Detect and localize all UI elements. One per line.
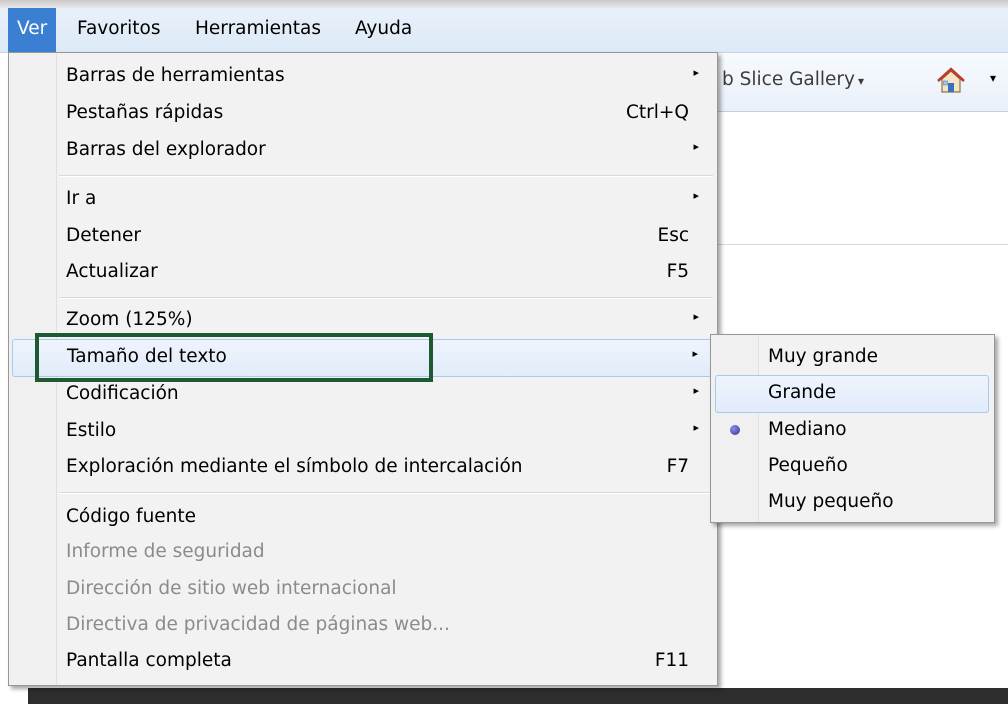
menu-separator (59, 297, 713, 299)
menu-item-actualizar[interactable]: Actualizar F5 (11, 255, 713, 291)
chevron-down-icon: ▾ (857, 74, 864, 88)
submenu-item-label: Grande (768, 382, 837, 403)
menu-item-label: Zoom (125%) (66, 309, 193, 330)
menu-herramientas[interactable]: Herramientas (186, 8, 330, 52)
submenu-item-muy-grande[interactable]: Muy grande (713, 340, 991, 376)
menu-item-label: Pantalla completa (66, 650, 232, 671)
menu-item-exploracion-intercalacion[interactable]: Exploración mediante el símbolo de inter… (11, 450, 713, 486)
menu-favoritos[interactable]: Favoritos (68, 8, 170, 52)
menu-item-informe-seguridad: Informe de seguridad (11, 535, 713, 571)
menu-item-directiva-privacidad: Directiva de privacidad de páginas web..… (11, 608, 713, 644)
menu-item-label: Dirección de sitio web internacional (66, 578, 397, 599)
submenu-item-grande[interactable]: Grande (715, 375, 989, 413)
taskbar-edge (28, 688, 1008, 704)
menu-item-label: Estilo (66, 420, 117, 441)
menu-item-label: Ir a (66, 188, 97, 209)
submenu-item-label: Mediano (768, 419, 847, 440)
menu-bar: Ver Favoritos Herramientas Ayuda (0, 8, 1008, 53)
menu-item-pestanas-rapidas[interactable]: Pestañas rápidas Ctrl+Q (11, 96, 713, 132)
menu-ayuda[interactable]: Ayuda (346, 8, 421, 52)
menu-item-label: Actualizar (66, 261, 158, 282)
menu-item-label: Barras del explorador (66, 139, 266, 160)
menu-item-shortcut: Esc (657, 225, 690, 246)
menu-item-estilo[interactable]: Estilo ▸ (11, 414, 713, 450)
menu-item-shortcut: F5 (666, 261, 689, 282)
home-icon[interactable] (936, 65, 966, 95)
menu-item-label: Exploración mediante el símbolo de inter… (66, 456, 523, 477)
submenu-item-label: Muy grande (768, 346, 879, 367)
menu-item-detener[interactable]: Detener Esc (11, 219, 713, 255)
menu-item-barras-herramientas[interactable]: Barras de herramientas ▸ (11, 59, 713, 95)
home-dropdown-icon[interactable]: ▾ (990, 71, 996, 85)
menu-item-pantalla-completa[interactable]: Pantalla completa F11 (11, 644, 713, 680)
submenu-arrow-icon: ▸ (693, 421, 699, 434)
radio-selected-icon (730, 425, 740, 435)
submenu-arrow-icon: ▸ (693, 384, 699, 397)
menu-item-direccion-internacional: Dirección de sitio web internacional (11, 572, 713, 608)
submenu-arrow-icon: ▸ (693, 310, 699, 323)
menu-item-label: Informe de seguridad (66, 541, 265, 562)
submenu-arrow-icon: ▸ (693, 140, 699, 153)
menu-item-label: Código fuente (66, 506, 197, 527)
submenu-item-label: Pequeño (768, 455, 848, 476)
menu-item-codigo-fuente[interactable]: Código fuente (11, 500, 713, 536)
menu-item-label: Pestañas rápidas (66, 102, 224, 123)
menu-item-label: Detener (66, 225, 141, 246)
submenu-arrow-icon: ▸ (692, 347, 698, 360)
menu-item-ir-a[interactable]: Ir a ▸ (11, 182, 713, 218)
menu-item-label: Directiva de privacidad de páginas web..… (66, 614, 450, 635)
web-slice-gallery-button[interactable]: b Slice Gallery ▾ (722, 69, 864, 90)
menu-ver[interactable]: Ver (8, 8, 57, 52)
web-slice-gallery-label: b Slice Gallery (722, 69, 855, 90)
menu-item-shortcut: Ctrl+Q (626, 102, 689, 123)
menu-separator (59, 175, 713, 177)
submenu-item-mediano[interactable]: Mediano (713, 413, 991, 449)
menu-separator (59, 492, 713, 494)
menu-item-barras-explorador[interactable]: Barras del explorador ▸ (11, 133, 713, 169)
submenu-item-label: Muy pequeño (768, 491, 894, 512)
menu-item-label: Codificación (66, 383, 179, 404)
command-bar: b Slice Gallery ▾ ▾ (700, 53, 1008, 112)
submenu-item-pequeno[interactable]: Pequeño (713, 449, 991, 485)
text-size-submenu: Muy grande Grande Mediano Pequeño Muy pe… (710, 334, 995, 523)
submenu-item-muy-pequeno[interactable]: Muy pequeño (713, 485, 991, 521)
content-divider (718, 244, 1008, 245)
window-top-edge (0, 0, 1008, 8)
annotation-highlight-box (35, 333, 433, 382)
submenu-arrow-icon: ▸ (693, 66, 699, 79)
menu-item-shortcut: F11 (654, 650, 689, 671)
menu-item-codificacion[interactable]: Codificación ▸ (11, 377, 713, 413)
submenu-arrow-icon: ▸ (693, 189, 699, 202)
menu-item-shortcut: F7 (666, 456, 689, 477)
menu-item-label: Barras de herramientas (66, 65, 285, 86)
